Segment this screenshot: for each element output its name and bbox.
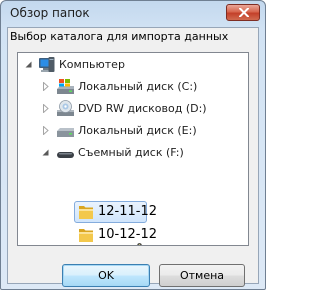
folder-tree[interactable]: Компьютер Локальный диск (C:) DVD RW дис… — [17, 52, 249, 246]
folder-icon — [79, 206, 93, 219]
tree-item-label: Локальный диск (E:) — [78, 124, 197, 137]
dvd-drive-icon — [57, 100, 74, 116]
expanded-arrow-icon[interactable] — [41, 148, 50, 157]
tree-item-drive-e[interactable]: Локальный диск (E:) — [18, 121, 248, 141]
ok-button[interactable]: OK — [62, 264, 150, 287]
tree-item-label: Компьютер — [59, 58, 125, 71]
close-button[interactable] — [226, 4, 260, 21]
computer-icon — [39, 57, 55, 72]
collapsed-arrow-icon[interactable] — [41, 126, 50, 135]
tree-item-label: DVD RW дисковод (D:) — [78, 102, 207, 115]
close-icon — [239, 8, 249, 17]
hard-drive-icon — [57, 128, 74, 137]
tree-item-folder-10-12-12[interactable]: 10-12-12 — [18, 225, 248, 245]
tree-item-label: Локальный диск (C:) — [78, 80, 198, 93]
title-bar[interactable]: Обзор папок — [1, 1, 265, 27]
hand-cursor-icon — [137, 243, 142, 245]
folder-icon — [79, 229, 93, 242]
tree-item-folder-12-11-12[interactable]: 12-11-12 — [18, 202, 248, 222]
collapsed-arrow-icon[interactable] — [41, 104, 50, 113]
window-title: Обзор папок — [10, 6, 90, 20]
dialog-body: Выбор каталога для импорта данных Компью… — [7, 27, 259, 287]
cancel-button[interactable]: Отмена — [159, 264, 245, 287]
tree-item-drive-c[interactable]: Локальный диск (C:) — [18, 77, 248, 97]
removable-drive-icon — [57, 152, 74, 158]
windows-drive-icon — [57, 79, 74, 94]
browse-folder-dialog: Обзор папок Выбор каталога для импорта д… — [0, 0, 266, 290]
tree-item-computer[interactable]: Компьютер — [18, 55, 248, 75]
collapsed-arrow-icon[interactable] — [41, 82, 50, 91]
tree-item-dvd-d[interactable]: DVD RW дисковод (D:) — [18, 99, 248, 119]
tree-item-label: Съемный диск (F:) — [78, 146, 184, 159]
tree-item-removable-f[interactable]: Съемный диск (F:) — [18, 143, 248, 163]
tree-item-label: 10-12-12 — [98, 227, 158, 242]
dialog-description: Выбор каталога для импорта данных — [10, 30, 229, 43]
expanded-arrow-icon[interactable] — [24, 60, 33, 69]
tree-item-label: 12-11-12 — [98, 204, 158, 219]
